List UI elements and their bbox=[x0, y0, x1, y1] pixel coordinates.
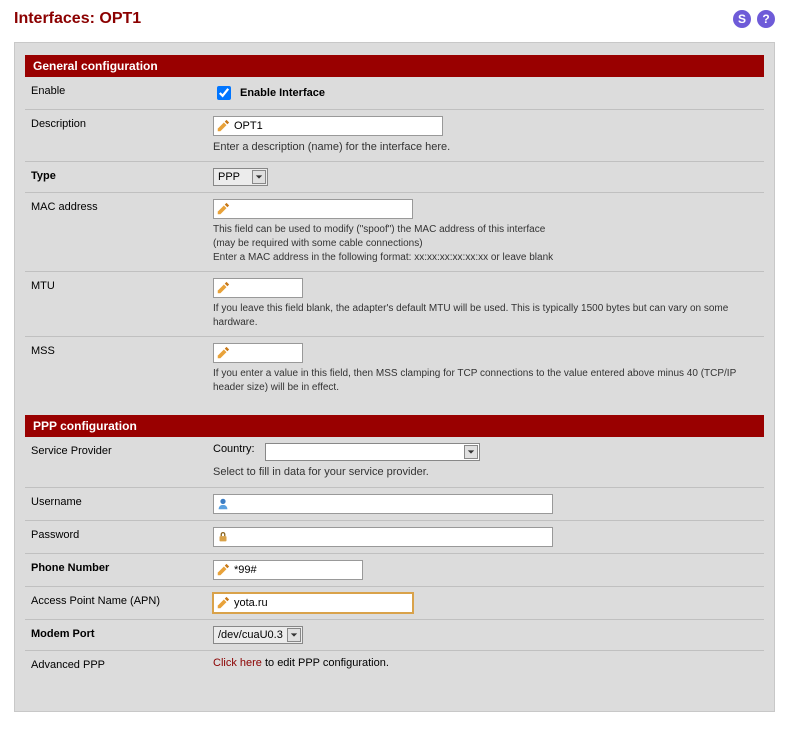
phone-label: Phone Number bbox=[31, 560, 213, 574]
mac-hint: This field can be used to modify ("spoof… bbox=[213, 223, 758, 265]
apn-label: Access Point Name (APN) bbox=[31, 593, 213, 607]
general-section-header: General configuration bbox=[25, 55, 764, 77]
modem-port-select[interactable]: /dev/cuaU0.3 bbox=[213, 626, 303, 644]
enable-checkbox[interactable] bbox=[217, 86, 231, 100]
mtu-hint: If you leave this field blank, the adapt… bbox=[213, 302, 758, 330]
phone-input[interactable] bbox=[234, 562, 354, 578]
pencil-icon bbox=[216, 563, 230, 577]
username-input[interactable] bbox=[234, 496, 544, 512]
header-icons: S ? bbox=[733, 10, 775, 28]
chevron-down-icon bbox=[464, 445, 478, 459]
help-icon[interactable]: ? bbox=[757, 10, 775, 28]
pencil-icon bbox=[216, 281, 230, 295]
mac-input[interactable] bbox=[234, 201, 404, 217]
modem-port-label: Modem Port bbox=[31, 626, 213, 640]
country-select[interactable] bbox=[265, 443, 480, 461]
modem-port-value: /dev/cuaU0.3 bbox=[218, 629, 283, 641]
advanced-ppp-label: Advanced PPP bbox=[31, 657, 213, 671]
modem-port-row: Modem Port /dev/cuaU0.3 bbox=[25, 620, 764, 651]
password-row: Password bbox=[25, 521, 764, 554]
general-section: General configuration Enable Enable Inte… bbox=[25, 55, 764, 401]
mac-row: MAC address This field can be used to mo… bbox=[25, 193, 764, 272]
advanced-ppp-row: Advanced PPP Click here to edit PPP conf… bbox=[25, 651, 764, 677]
type-select-value: PPP bbox=[218, 171, 248, 183]
user-icon bbox=[216, 497, 230, 511]
status-icon[interactable]: S bbox=[733, 10, 751, 28]
ppp-section-header: PPP configuration bbox=[25, 415, 764, 437]
advanced-ppp-link[interactable]: Click here bbox=[213, 657, 262, 669]
chevron-down-icon bbox=[252, 170, 266, 184]
mss-hint: If you enter a value in this field, then… bbox=[213, 367, 758, 395]
password-label: Password bbox=[31, 527, 213, 541]
lock-icon bbox=[216, 530, 230, 544]
mtu-input[interactable] bbox=[234, 280, 294, 296]
pencil-icon bbox=[216, 202, 230, 216]
mss-row: MSS If you enter a value in this field, … bbox=[25, 337, 764, 401]
content-panel: General configuration Enable Enable Inte… bbox=[14, 42, 775, 712]
page-title: Interfaces: OPT1 bbox=[14, 10, 141, 28]
pencil-icon bbox=[216, 119, 230, 133]
apn-input[interactable] bbox=[234, 595, 404, 611]
username-row: Username bbox=[25, 488, 764, 521]
description-hint: Enter a description (name) for the inter… bbox=[213, 140, 758, 155]
apn-row: Access Point Name (APN) bbox=[25, 587, 764, 620]
type-select[interactable]: PPP bbox=[213, 168, 268, 186]
advanced-ppp-suffix: to edit PPP configuration. bbox=[262, 657, 389, 669]
mtu-row: MTU If you leave this field blank, the a… bbox=[25, 272, 764, 337]
ppp-section: PPP configuration Service Provider Count… bbox=[25, 415, 764, 676]
mac-label: MAC address bbox=[31, 199, 213, 213]
enable-checkbox-wrap[interactable]: Enable Interface bbox=[213, 83, 325, 103]
service-provider-hint: Select to fill in data for your service … bbox=[213, 465, 758, 480]
password-input[interactable] bbox=[234, 529, 544, 545]
pencil-icon bbox=[216, 596, 230, 610]
enable-row: Enable Enable Interface bbox=[25, 77, 764, 110]
country-label: Country: bbox=[213, 443, 255, 455]
service-provider-label: Service Provider bbox=[31, 443, 213, 457]
phone-row: Phone Number bbox=[25, 554, 764, 587]
description-label: Description bbox=[31, 116, 213, 130]
chevron-down-icon bbox=[287, 628, 301, 642]
description-input[interactable] bbox=[234, 118, 434, 134]
mss-label: MSS bbox=[31, 343, 213, 357]
mss-input[interactable] bbox=[234, 345, 294, 361]
enable-label: Enable bbox=[31, 83, 213, 97]
mtu-label: MTU bbox=[31, 278, 213, 292]
pencil-icon bbox=[216, 346, 230, 360]
service-provider-row: Service Provider Country: Select to fill… bbox=[25, 437, 764, 487]
description-row: Description Enter a description (name) f… bbox=[25, 110, 764, 162]
username-label: Username bbox=[31, 494, 213, 508]
enable-checkbox-label: Enable Interface bbox=[240, 87, 325, 99]
type-label: Type bbox=[31, 168, 213, 182]
type-row: Type PPP bbox=[25, 162, 764, 193]
